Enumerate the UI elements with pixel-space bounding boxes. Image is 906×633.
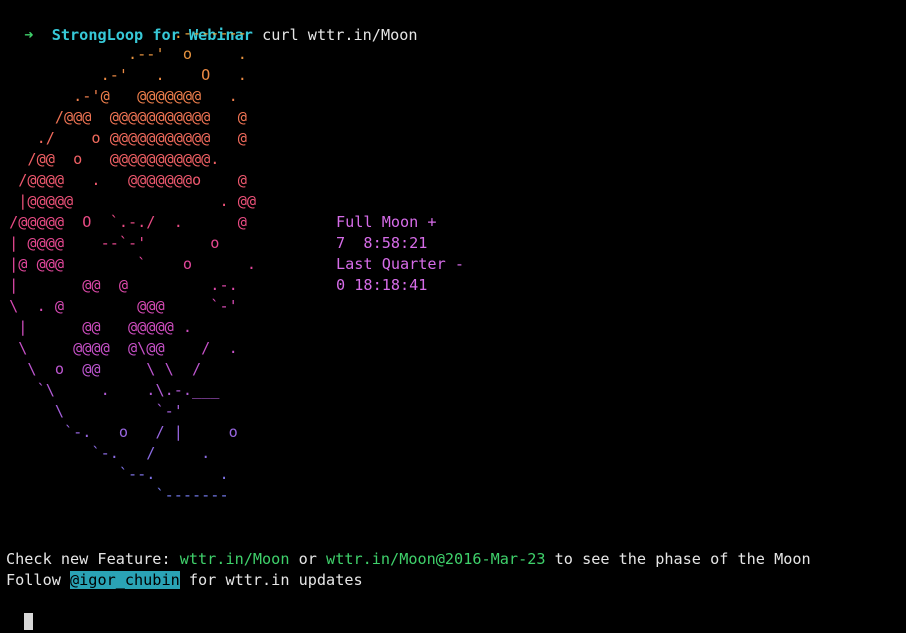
feature-or: or [289, 550, 327, 568]
moon-art-line: \ . @ @@@ `-' [0, 297, 238, 315]
moon-info-line: 7 8:58:21 [336, 234, 428, 252]
moon-art-line: \ `-' [0, 402, 183, 420]
moon-art-line: .-' . O . [0, 66, 247, 84]
moon-art-line: `-. / . [0, 444, 211, 462]
moon-art-line: `-. o / | o [0, 423, 238, 441]
follow-line: Follow @igor_chubin for wttr.in updates [6, 570, 363, 591]
moon-art-line: \ o @@ \ \ / [0, 360, 202, 378]
moon-art-line: | @@ @ .-. [0, 276, 238, 294]
next-prompt-line[interactable] [6, 591, 34, 630]
moon-art-line: `--. . [0, 465, 229, 483]
moon-info-line: 0 18:18:41 [336, 276, 428, 294]
feature-line: Check new Feature: wttr.in/Moon or wttr.… [6, 549, 811, 570]
moon-ascii-art: .------- .--' o . .-' . O . .-'@ @@@@@@@… [0, 23, 256, 506]
moon-info-line: Full Moon + [336, 213, 437, 231]
moon-art-line: .--' o . [0, 45, 247, 63]
feature-link-moon[interactable]: wttr.in/Moon [180, 550, 290, 568]
feature-suffix: to see the phase of the Moon [545, 550, 811, 568]
command-text: curl wttr.in/Moon [262, 26, 418, 44]
moon-art-line: |@ @@@ ` o . [0, 255, 257, 273]
feature-prefix: Check new Feature: [6, 550, 180, 568]
moon-art-line: /@@@@ . @@@@@@@o @ [0, 171, 247, 189]
follow-prefix: Follow [6, 571, 71, 589]
moon-art-line: |@@@@@ . @@ [0, 192, 257, 210]
moon-art-line: /@@@@@ O `.-./ . @ [0, 213, 247, 231]
moon-art-line: /@@@ @@@@@@@@@@@ @ [0, 108, 247, 126]
moon-art-line: .------- [0, 24, 247, 42]
moon-phase-info: Full Moon + 7 8:58:21 Last Quarter - 0 18:1… [336, 212, 464, 296]
follow-suffix: for wttr.in updates [179, 571, 363, 589]
moon-art-line: `\ . .\.-.___ [0, 381, 220, 399]
feature-link-moon-date[interactable]: wttr.in/Moon@2016-Mar-23 [326, 550, 545, 568]
moon-art-line: | @@@@ --`-' o [0, 234, 220, 252]
moon-art-line: \ @@@@ @\@@ / . [0, 339, 238, 357]
moon-art-line: | @@ @@@@@ . [0, 318, 193, 336]
terminal-cursor [24, 613, 34, 630]
moon-art-line: ./ o @@@@@@@@@@@ @ [0, 129, 247, 147]
moon-info-line: Last Quarter - [336, 255, 465, 273]
moon-art-line: .-'@ @@@@@@@ . [0, 87, 238, 105]
moon-art-line: `------- [0, 486, 229, 504]
twitter-handle-link[interactable]: @igor_chubin [70, 571, 180, 589]
prompt-line: ➜ StrongLoop for Webinar curl wttr.in/Mo… [6, 4, 417, 44]
moon-art-line: /@@ o @@@@@@@@@@@. [0, 150, 220, 168]
